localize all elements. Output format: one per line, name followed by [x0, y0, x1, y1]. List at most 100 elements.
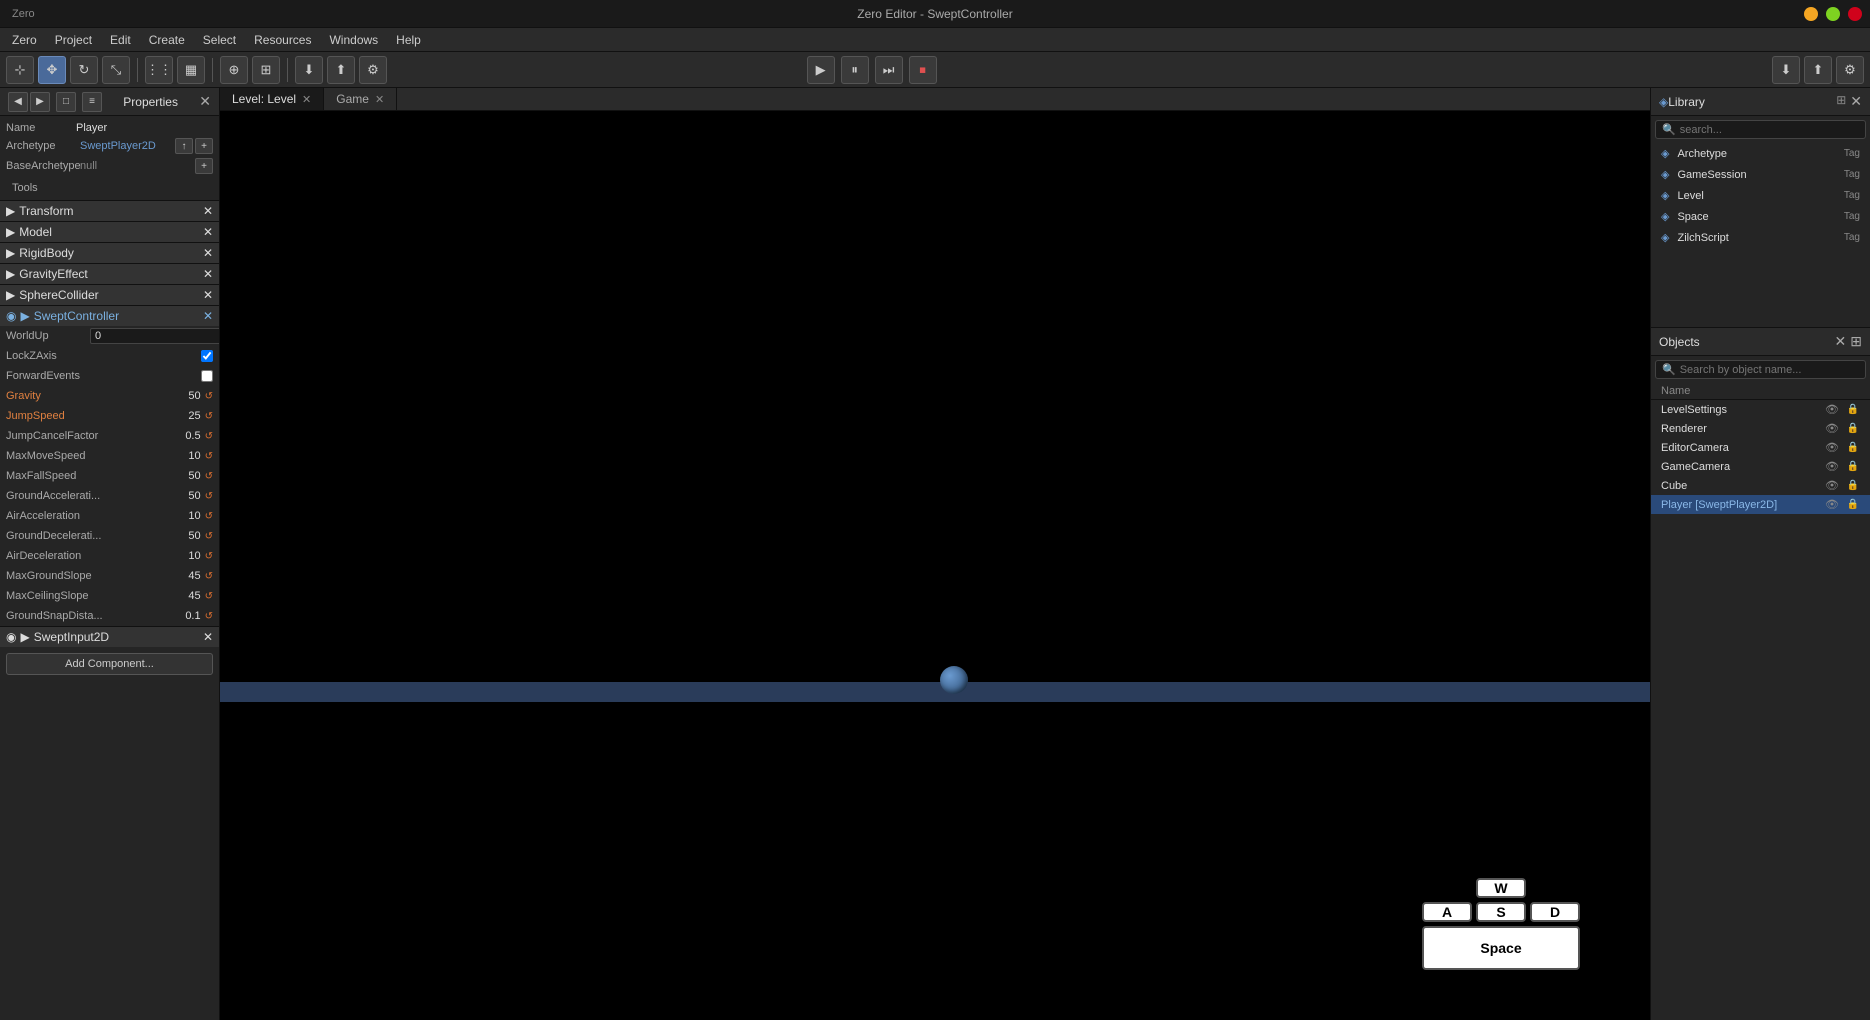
- object-item-gamecamera[interactable]: GameCamera 👁 🔒: [1651, 457, 1870, 476]
- spherecollider-close-icon[interactable]: ✕: [203, 288, 213, 302]
- lockzaxis-checkbox[interactable]: [201, 350, 213, 362]
- archetype-value[interactable]: SweptPlayer2D: [80, 140, 171, 152]
- maxgroundslope-reset-icon[interactable]: ↺: [205, 571, 213, 582]
- model-close-icon[interactable]: ✕: [203, 225, 213, 239]
- groundsnapdistance-value[interactable]: 0.1: [185, 610, 200, 622]
- archetype-extra-btn[interactable]: +: [195, 138, 213, 154]
- objects-search-input[interactable]: [1680, 364, 1859, 376]
- sweptcontroller-expand-icon[interactable]: ▶: [20, 309, 29, 323]
- spherecollider-section[interactable]: ▶ SphereCollider ✕: [0, 284, 219, 305]
- game-tab-close-icon[interactable]: ✕: [375, 93, 384, 106]
- pause-button[interactable]: ⏸: [841, 56, 869, 84]
- library-item-space[interactable]: ◈ Space Tag: [1651, 206, 1870, 227]
- sweptinput2d-section[interactable]: ◉ ▶ SweptInput2D ✕: [0, 626, 219, 647]
- level-tab-close-icon[interactable]: ✕: [302, 93, 311, 106]
- player-vis-icon[interactable]: 👁: [1824, 498, 1840, 511]
- library-item-level[interactable]: ◈ Level Tag: [1651, 185, 1870, 206]
- nav-forward-button[interactable]: ▶: [30, 92, 50, 112]
- tool-translate-btn[interactable]: ✥: [38, 56, 66, 84]
- maxmovespeed-value[interactable]: 10: [188, 450, 200, 462]
- minimize-button[interactable]: [1804, 7, 1818, 21]
- groundsnapdistance-reset-icon[interactable]: ↺: [205, 611, 213, 622]
- airdeceleration-reset-icon[interactable]: ↺: [205, 551, 213, 562]
- extra-btn-3[interactable]: ⚙: [1836, 56, 1864, 84]
- menu-edit[interactable]: Edit: [102, 31, 139, 49]
- sweptinput2d-close-icon[interactable]: ✕: [203, 630, 213, 644]
- maxmovespeed-reset-icon[interactable]: ↺: [205, 451, 213, 462]
- library-search-input[interactable]: [1680, 124, 1859, 136]
- archetype-open-btn[interactable]: ↑: [175, 138, 193, 154]
- view-list-button[interactable]: ≡: [82, 92, 102, 112]
- cube-vis-icon[interactable]: 👁: [1824, 479, 1840, 492]
- menu-zero[interactable]: Zero: [4, 31, 45, 49]
- gamecamera-vis-icon[interactable]: 👁: [1824, 460, 1840, 473]
- maximize-button[interactable]: [1826, 7, 1840, 21]
- game-tab[interactable]: Game ✕: [324, 88, 397, 110]
- tool-select-btn[interactable]: ⊹: [6, 56, 34, 84]
- menu-resources[interactable]: Resources: [246, 31, 319, 49]
- levelsettings-vis-icon[interactable]: 👁: [1824, 403, 1840, 416]
- key-a[interactable]: A: [1422, 902, 1472, 922]
- transform-close-icon[interactable]: ✕: [203, 204, 213, 218]
- level-tab[interactable]: Level: Level ✕: [220, 88, 324, 110]
- forwardevents-checkbox[interactable]: [201, 370, 213, 382]
- airacceleration-reset-icon[interactable]: ↺: [205, 511, 213, 522]
- sweptcontroller-close-icon[interactable]: ✕: [203, 309, 213, 323]
- object-item-cube[interactable]: Cube 👁 🔒: [1651, 476, 1870, 495]
- tool-grid-btn[interactable]: ▦: [177, 56, 205, 84]
- gravity-reset-icon[interactable]: ↺: [205, 391, 213, 402]
- tool-scale-btn[interactable]: ⤡: [102, 56, 130, 84]
- renderer-vis-icon[interactable]: 👁: [1824, 422, 1840, 435]
- library-item-zilchscript[interactable]: ◈ ZilchScript Tag: [1651, 227, 1870, 248]
- gravity-value[interactable]: 50: [188, 390, 200, 402]
- tool-download-btn[interactable]: ⬇: [295, 56, 323, 84]
- maxfallspeed-reset-icon[interactable]: ↺: [205, 471, 213, 482]
- tool-upload-btn[interactable]: ⬆: [327, 56, 355, 84]
- groundacceleration-value[interactable]: 50: [188, 490, 200, 502]
- object-item-renderer[interactable]: Renderer 👁 🔒: [1651, 419, 1870, 438]
- add-component-button[interactable]: Add Component...: [6, 653, 213, 675]
- sweptinput2d-eye-icon[interactable]: ◉: [6, 630, 16, 644]
- jumpcancelfactor-reset-icon[interactable]: ↺: [205, 431, 213, 442]
- properties-close-icon[interactable]: ✕: [199, 93, 211, 110]
- grounddeceleration-value[interactable]: 50: [188, 530, 200, 542]
- stop-button[interactable]: ⏹: [909, 56, 937, 84]
- step-button[interactable]: ⏭: [875, 56, 903, 84]
- grounddeceleration-reset-icon[interactable]: ↺: [205, 531, 213, 542]
- object-item-levelsettings[interactable]: LevelSettings 👁 🔒: [1651, 400, 1870, 419]
- rigidbody-section[interactable]: ▶ RigidBody ✕: [0, 242, 219, 263]
- jumpspeed-value[interactable]: 25: [188, 410, 200, 422]
- sweptinput2d-expand-icon[interactable]: ▶: [20, 630, 29, 644]
- levelsettings-lock-icon[interactable]: 🔒: [1846, 404, 1860, 415]
- tool-snap-btn[interactable]: ⋮⋮: [145, 56, 173, 84]
- extra-btn-1[interactable]: ⬇: [1772, 56, 1800, 84]
- name-value[interactable]: Player: [76, 122, 107, 134]
- object-item-editorcamera[interactable]: EditorCamera 👁 🔒: [1651, 438, 1870, 457]
- menu-select[interactable]: Select: [195, 31, 244, 49]
- editorcamera-vis-icon[interactable]: 👁: [1824, 441, 1840, 454]
- menu-project[interactable]: Project: [47, 31, 100, 49]
- maxgroundslope-value[interactable]: 45: [188, 570, 200, 582]
- player-lock-icon[interactable]: 🔒: [1846, 499, 1860, 510]
- groundacceleration-reset-icon[interactable]: ↺: [205, 491, 213, 502]
- library-item-gamesession[interactable]: ◈ GameSession Tag: [1651, 164, 1870, 185]
- jumpspeed-reset-icon[interactable]: ↺: [205, 411, 213, 422]
- maxceilingslope-reset-icon[interactable]: ↺: [205, 591, 213, 602]
- object-item-player[interactable]: Player [SweptPlayer2D] 👁 🔒: [1651, 495, 1870, 514]
- gravityeffect-close-icon[interactable]: ✕: [203, 267, 213, 281]
- model-section[interactable]: ▶ Model ✕: [0, 221, 219, 242]
- base-archetype-btn[interactable]: +: [195, 158, 213, 174]
- key-d[interactable]: D: [1530, 902, 1580, 922]
- jumpcancelfactor-value[interactable]: 0.5: [185, 430, 200, 442]
- transform-section[interactable]: ▶ Transform ✕: [0, 200, 219, 221]
- airdeceleration-value[interactable]: 10: [188, 550, 200, 562]
- objects-search-bar[interactable]: 🔍: [1655, 360, 1866, 379]
- worldup-x-input[interactable]: [90, 328, 219, 344]
- key-space[interactable]: Space: [1422, 926, 1580, 970]
- base-archetype-value[interactable]: null: [80, 160, 191, 172]
- tool-world-btn[interactable]: ⊕: [220, 56, 248, 84]
- key-s[interactable]: S: [1476, 902, 1526, 922]
- renderer-lock-icon[interactable]: 🔒: [1846, 423, 1860, 434]
- tool-camera-btn[interactable]: ⊞: [252, 56, 280, 84]
- extra-btn-2[interactable]: ⬆: [1804, 56, 1832, 84]
